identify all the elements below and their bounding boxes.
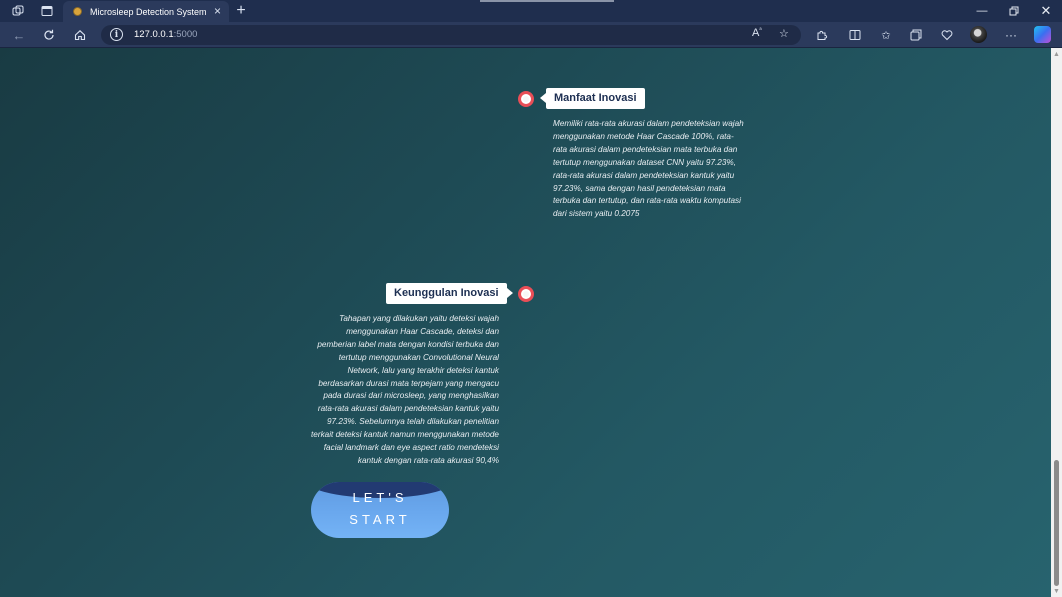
text-line: menggunakan metode Haar Cascade 100%, ra… [553,131,734,141]
active-tab[interactable]: Microsleep Detection System × [63,1,229,22]
text-line: Network, lalu yang terakhir deteksi kant… [347,365,499,375]
copilot-icon[interactable] [1034,26,1051,43]
text-line: menggunakan Haar Cascade, deteksi dan [346,326,499,336]
profile-avatar[interactable] [970,26,987,43]
text-line: rata akurasi dalam pendeteksian mata ter… [553,144,738,154]
favorites-icon[interactable]: ✩ [877,27,895,43]
tab-bar: Microsleep Detection System × + — ✕ [0,0,1062,22]
scroll-thumb[interactable] [1054,460,1059,586]
favorite-icon[interactable]: ☆ [779,27,789,40]
site-favicon-icon [73,7,82,16]
button-label-line2: START [349,512,411,527]
drag-region [480,0,614,2]
timeline-title: Manfaat Inovasi [540,88,645,109]
text-line: pada durasi dari microsleep, yang mengha… [323,391,499,401]
tab-title: Microsleep Detection System [90,6,207,17]
close-window-icon[interactable]: ✕ [1030,0,1062,22]
timeline-description: Memiliki rata-rata akurasi dalam pendete… [553,118,768,221]
scroll-up-icon[interactable]: ▲ [1053,51,1060,58]
settings-more-icon[interactable]: ··· [1002,27,1020,43]
page-viewport: Manfaat Inovasi Memiliki rata-rata akura… [0,48,1051,597]
url-text[interactable]: 127.0.0.1:5000 [134,29,197,40]
text-line: terkait deteksi kantuk namun menggunakan… [311,430,499,440]
timeline-dot [518,91,534,107]
text-line: tertutup menggunakan Convolutional Neura… [338,352,499,362]
tab-actions-icon[interactable] [32,0,62,22]
text-line: 97.23%, sama dengan hasil pendeteksian m… [553,183,726,193]
timeline-description: Tahapan yang dilakukan yaitu deteksi waj… [289,313,499,468]
minimize-icon[interactable]: — [966,0,998,22]
text-line: Tahapan yang dilakukan yaitu deteksi waj… [339,314,499,323]
split-screen-icon[interactable] [846,27,864,43]
text-line: 97.23%. Sebelumnya telah dilakukan penel… [326,417,499,427]
back-icon[interactable]: ← [9,26,29,44]
restore-icon[interactable] [998,0,1030,22]
close-tab-icon[interactable]: × [214,4,221,18]
text-line: pemberian label mata dengan kondisi terb… [317,339,499,349]
text-line: facial landmark dan eye aspect ratio men… [323,443,499,453]
text-line: rata-rata akurasi dalam pendeteksian kan… [553,170,735,180]
text-line: dari sistem yaitu 0.2075 [553,209,640,219]
lets-start-button[interactable]: LET'S START [311,482,449,538]
url-field[interactable]: i 127.0.0.1:5000 Aᵃ ☆ [101,25,801,45]
refresh-icon[interactable] [39,26,59,44]
collections-icon[interactable] [907,27,925,43]
address-bar: ← i 127.0.0.1:5000 Aᵃ ☆ ✩ ··· [0,22,1062,48]
text-line: kantuk dengan rata-rata akurasi 90,4% [357,455,499,465]
timeline-title: Keunggulan Inovasi [386,283,513,304]
scroll-down-icon[interactable]: ▼ [1053,588,1060,595]
text-line: terbuka dan tertutup, dan rata-rata wakt… [553,196,741,206]
new-tab-icon[interactable]: + [233,0,249,22]
text-line: rata-rata akurasi dalam pendeteksian kan… [317,404,499,414]
text-line: berdasarkan durasi mata terpejam yang me… [318,378,499,388]
timeline-dot [518,286,534,302]
text-line: tertutup menggunakan dataset CNN yaitu 9… [553,157,736,167]
extensions-icon[interactable] [813,27,831,43]
read-aloud-icon[interactable]: Aᵃ [752,27,762,39]
workspaces-icon[interactable] [3,0,33,22]
text-line: Memiliki rata-rata akurasi dalam pendete… [553,119,744,128]
home-icon[interactable] [70,26,90,44]
button-label-line1: LET'S [352,490,408,505]
page-scrollbar[interactable]: ▲ ▼ [1051,48,1062,597]
site-info-icon[interactable]: i [110,28,123,41]
performance-icon[interactable] [938,27,956,43]
